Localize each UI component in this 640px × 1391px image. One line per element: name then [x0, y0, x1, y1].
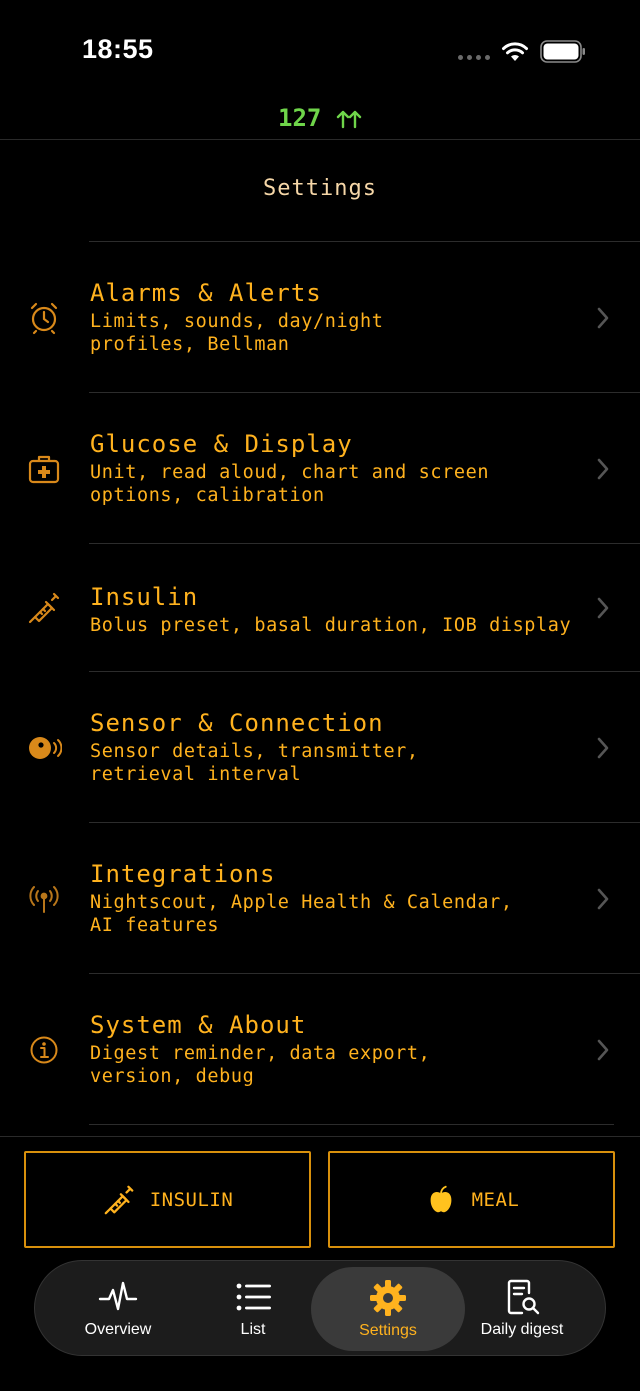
list-divider [89, 1124, 614, 1125]
chevron-right-icon [597, 458, 609, 480]
tab-list[interactable]: List [205, 1261, 301, 1355]
list-icon [236, 1283, 271, 1311]
settings-row-title: Integrations [90, 860, 276, 888]
settings-row-sensor-connection[interactable]: Sensor & Connection Sensor details, tran… [0, 671, 640, 822]
medical-kit-icon [28, 455, 60, 484]
tab-overview[interactable]: Overview [63, 1261, 173, 1355]
tab-settings[interactable]: Settings [311, 1267, 465, 1351]
apple-icon [430, 1185, 451, 1212]
meal-button[interactable]: MEAL [328, 1151, 615, 1248]
glucose-header: 127 [0, 100, 640, 140]
document-search-icon [507, 1279, 540, 1315]
meal-button-label: MEAL [471, 1188, 520, 1211]
syringe-icon [104, 1185, 134, 1214]
settings-row-title: System & About [90, 1011, 307, 1039]
sensor-signal-icon [29, 737, 62, 759]
antenna-icon [29, 886, 59, 913]
chevron-right-icon [597, 307, 609, 329]
heartbeat-icon [98, 1281, 138, 1311]
settings-row-insulin[interactable]: Insulin Bolus preset, basal duration, IO… [0, 543, 640, 671]
page-title: Settings [263, 176, 377, 201]
chevron-right-icon [597, 597, 609, 619]
insulin-button-label: INSULIN [149, 1188, 234, 1211]
status-time: 18:55 [82, 34, 154, 64]
chevron-right-icon [597, 737, 609, 759]
tab-label: Settings [359, 1322, 417, 1339]
settings-row-subtitle: Digest reminder, data export, version, d… [90, 1043, 431, 1087]
double-up-arrow-icon [336, 110, 362, 129]
settings-row-title: Glucose & Display [90, 430, 353, 458]
glucose-value: 127 [278, 104, 322, 132]
tab-label: Daily digest [480, 1321, 564, 1338]
tab-bar: Overview List Settings Daily digest [34, 1260, 606, 1356]
settings-row-title: Insulin [90, 583, 199, 611]
settings-row-glucose-display[interactable]: Glucose & Display Unit, read aloud, char… [0, 392, 640, 543]
tab-label: Overview [84, 1321, 152, 1338]
chevron-right-icon [597, 888, 609, 910]
gear-icon [370, 1280, 406, 1316]
settings-list: Alarms & Alerts Limits, sounds, day/nigh… [0, 241, 640, 1125]
wifi-icon [502, 42, 528, 61]
settings-row-integrations[interactable]: Integrations Nightscout, Apple Health & … [0, 822, 640, 973]
settings-row-alarms[interactable]: Alarms & Alerts Limits, sounds, day/nigh… [0, 241, 640, 392]
cellular-signal-icon [458, 55, 490, 60]
settings-row-subtitle: Nightscout, Apple Health & Calendar, AI … [90, 892, 513, 936]
battery-icon [540, 40, 585, 63]
info-icon [30, 1036, 58, 1064]
settings-row-system-about[interactable]: System & About Digest reminder, data exp… [0, 973, 640, 1124]
settings-row-subtitle: Bolus preset, basal duration, IOB displa… [90, 615, 572, 636]
alarm-clock-icon [30, 302, 58, 335]
syringe-icon [28, 592, 60, 624]
settings-row-subtitle: Unit, read aloud, chart and screen optio… [90, 462, 490, 506]
tab-daily-digest[interactable]: Daily digest [467, 1261, 577, 1355]
settings-row-title: Alarms & Alerts [90, 279, 322, 307]
status-bar: 18:55 [0, 0, 640, 100]
settings-row-subtitle: Limits, sounds, day/night profiles, Bell… [90, 311, 384, 355]
tab-label: List [240, 1321, 266, 1338]
settings-row-title: Sensor & Connection [90, 709, 384, 737]
settings-row-subtitle: Sensor details, transmitter, retrieval i… [90, 741, 419, 785]
insulin-button[interactable]: INSULIN [24, 1151, 311, 1248]
chevron-right-icon [597, 1039, 609, 1061]
